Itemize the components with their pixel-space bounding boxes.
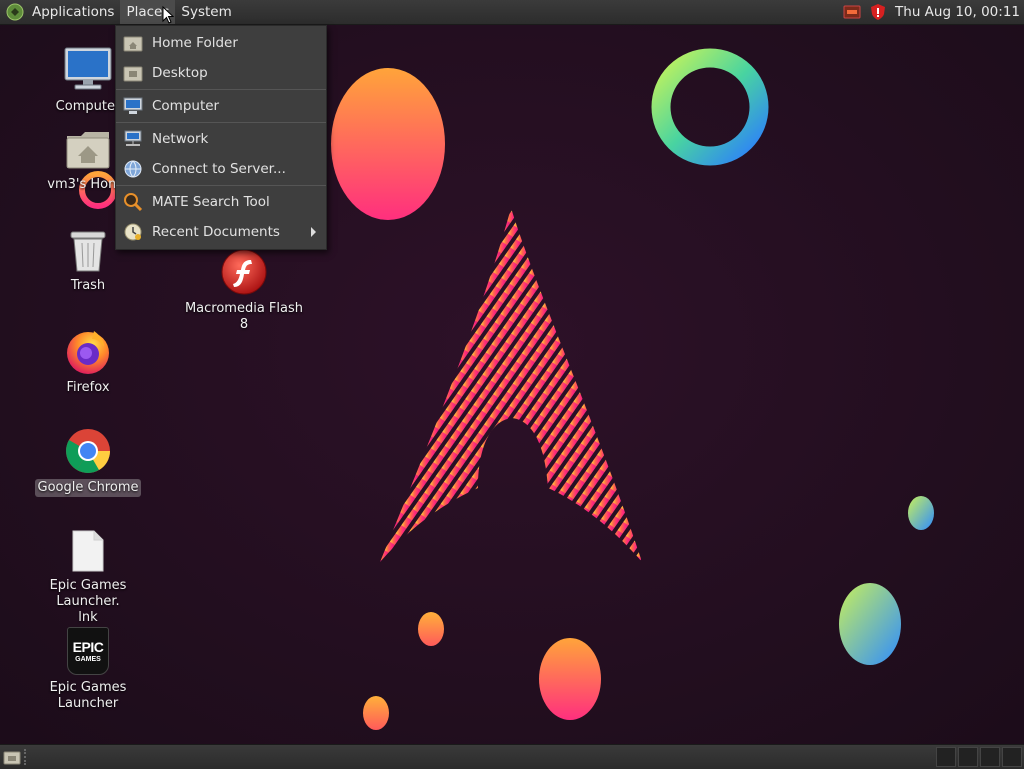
globe-icon: [122, 158, 144, 180]
menu-item-computer[interactable]: Computer: [116, 91, 326, 121]
submenu-arrow-icon: [311, 227, 316, 237]
workspace-4[interactable]: [1002, 747, 1022, 767]
epic-games-icon: EPIC GAMES: [67, 627, 109, 675]
menu-item-network[interactable]: Network: [116, 124, 326, 154]
bottom-panel: [0, 744, 1024, 769]
system-tray: Thu Aug 10, 00:11: [835, 0, 1024, 24]
workspace-2[interactable]: [958, 747, 978, 767]
menu-item-label: Desktop: [152, 65, 208, 81]
places-dropdown: Home Folder Desktop Computer Network Con…: [115, 25, 327, 250]
menu-separator: [116, 122, 326, 123]
home-folder-icon: [122, 32, 144, 54]
menu-item-recent-documents[interactable]: Recent Documents: [116, 217, 326, 247]
epic-logo-subtext: GAMES: [75, 655, 101, 663]
desktop-folder-icon: [122, 62, 144, 84]
menu-item-label: Connect to Server...: [152, 161, 286, 177]
computer-icon: [64, 47, 112, 90]
computer-icon: [122, 95, 144, 117]
clock[interactable]: Thu Aug 10, 00:11: [887, 4, 1024, 20]
menu-separator: [116, 185, 326, 186]
chrome-icon: [66, 429, 110, 473]
workspace-1[interactable]: [936, 747, 956, 767]
desktop-icon-flash[interactable]: Macromedia Flash 8: [179, 248, 309, 334]
menu-item-label: Recent Documents: [152, 224, 280, 240]
desktop-icon-epic-games[interactable]: EPIC GAMES Epic Games Launcher: [23, 627, 153, 713]
desktop-icon-firefox[interactable]: Firefox: [23, 327, 153, 397]
keyboard-layout-icon[interactable]: [843, 3, 861, 21]
desktop-icon-label: Firefox: [66, 380, 110, 395]
menu-separator: [116, 89, 326, 90]
menu-item-mate-search-tool[interactable]: MATE Search Tool: [116, 187, 326, 217]
epic-logo-text: EPIC: [72, 638, 104, 655]
desktop-icon-label: Macromedia Flash 8: [184, 301, 304, 332]
panel-drag-handle[interactable]: [24, 749, 32, 765]
menu-item-home-folder[interactable]: Home Folder: [116, 28, 326, 58]
home-folder-icon: [66, 132, 110, 169]
desktop-icon-label: Computer: [55, 99, 121, 114]
clock-icon: [122, 221, 144, 243]
top-panel: Applications Places System Thu Aug 10, 0…: [0, 0, 1024, 25]
shield-icon[interactable]: [869, 3, 887, 21]
menu-item-label: MATE Search Tool: [152, 194, 270, 210]
desktop-icon-label: Epic Games Launcher. lnk: [49, 578, 127, 625]
menu-item-label: Network: [152, 131, 209, 147]
workspace-3[interactable]: [980, 747, 1000, 767]
menu-item-label: Computer: [152, 98, 220, 114]
menu-item-label: Home Folder: [152, 35, 238, 51]
desktop-icon-label: Trash: [70, 278, 106, 293]
firefox-icon: [67, 331, 109, 374]
mouse-cursor-icon: [162, 6, 174, 24]
file-icon: [72, 530, 104, 572]
network-icon: [122, 128, 144, 150]
desktop-icon-chrome[interactable]: Google Chrome: [23, 427, 153, 497]
search-icon: [122, 191, 144, 213]
menu-item-connect-to-server[interactable]: Connect to Server...: [116, 154, 326, 184]
applications-menu[interactable]: Applications: [26, 0, 120, 24]
desktop-icon-epic-lnk[interactable]: Epic Games Launcher. lnk: [23, 529, 153, 627]
system-menu[interactable]: System: [175, 0, 237, 24]
desktop-icon-label: Epic Games Launcher: [49, 680, 127, 711]
trash-icon: [70, 231, 106, 272]
show-desktop-icon[interactable]: [3, 748, 21, 766]
desktop-icon-label: Google Chrome: [34, 479, 142, 497]
mate-logo-icon[interactable]: [6, 3, 24, 21]
menu-item-desktop[interactable]: Desktop: [116, 58, 326, 88]
flash-icon: [221, 249, 267, 295]
